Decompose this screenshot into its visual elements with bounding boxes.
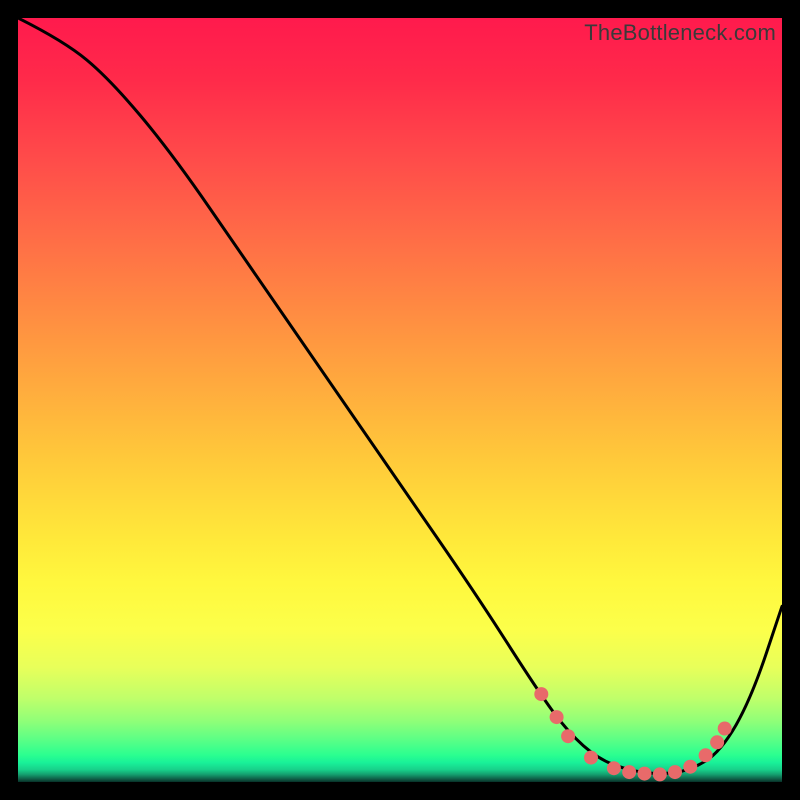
chart-container: TheBottleneck.com — [0, 0, 800, 800]
trough-marker — [550, 710, 564, 724]
trough-marker — [668, 765, 682, 779]
trough-marker — [638, 767, 652, 781]
plot-area: TheBottleneck.com — [18, 18, 782, 782]
trough-marker — [584, 751, 598, 765]
trough-marker — [561, 729, 575, 743]
trough-marker — [699, 748, 713, 762]
bottleneck-curve — [18, 18, 782, 773]
trough-marker — [622, 765, 636, 779]
trough-marker — [683, 760, 697, 774]
trough-markers — [534, 687, 731, 781]
curve-svg — [18, 18, 782, 782]
trough-marker — [653, 767, 667, 781]
trough-marker — [607, 761, 621, 775]
trough-marker — [534, 687, 548, 701]
trough-marker — [718, 722, 732, 736]
trough-marker — [710, 735, 724, 749]
